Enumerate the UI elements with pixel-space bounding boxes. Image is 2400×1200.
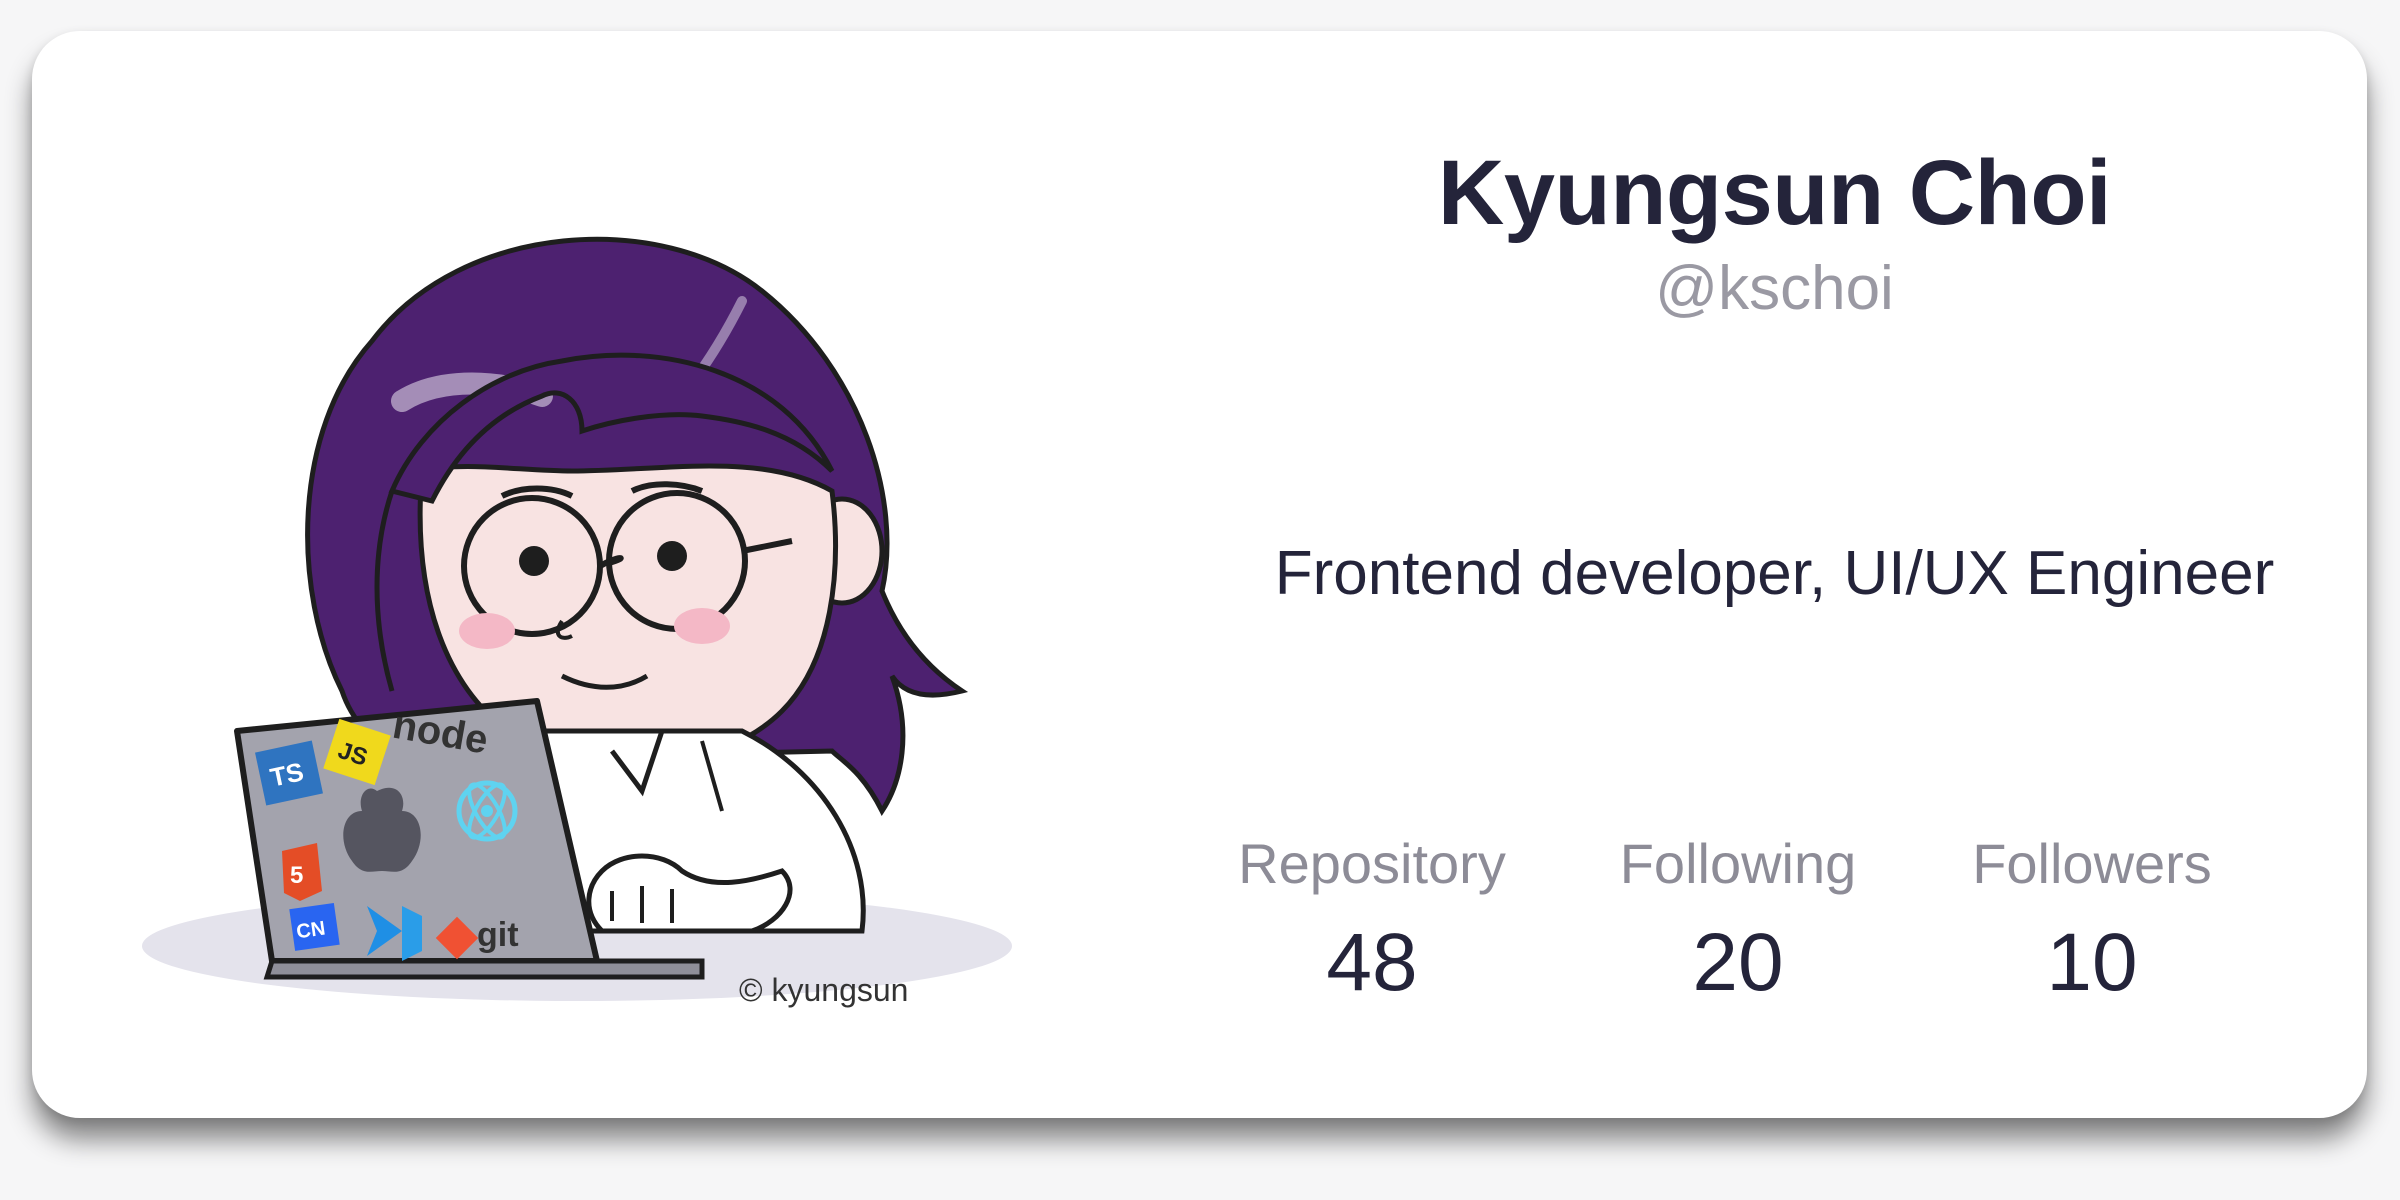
- profile-name: Kyungsun Choi: [1437, 142, 2112, 244]
- stat-label: Repository: [1238, 832, 1506, 895]
- stat-repository[interactable]: Repository 48: [1202, 831, 1542, 1010]
- profile-info: Kyungsun Choi @kschoi Frontend developer…: [1182, 31, 2367, 1118]
- stat-value: 20: [1692, 917, 1784, 1008]
- stat-following[interactable]: Following 20: [1568, 831, 1908, 1010]
- stat-value: 10: [2046, 917, 2138, 1008]
- svg-text:5: 5: [290, 862, 303, 889]
- developer-avatar-illustration: TS JS node 5 CN git © kyungsun: [142, 236, 1012, 1008]
- stat-value: 48: [1326, 917, 1418, 1008]
- profile-stats: Repository 48 Following 20 Followers 10: [1182, 831, 2367, 1031]
- profile-handle[interactable]: @kschoi: [1182, 253, 2367, 324]
- stat-followers[interactable]: Followers 10: [1922, 831, 2262, 1010]
- svg-text:© kyungsun: © kyungsun: [739, 972, 908, 1008]
- stat-label: Following: [1619, 832, 1857, 895]
- avatar: TS JS node 5 CN git © kyungsun: [142, 171, 1082, 1051]
- profile-bio: Frontend developer, UI/UX Engineer: [1274, 539, 2275, 608]
- svg-text:CN: CN: [295, 918, 327, 944]
- profile-card: TS JS node 5 CN git © kyungsun Kyungsun …: [32, 31, 2367, 1118]
- svg-text:git: git: [477, 916, 519, 954]
- stat-label: Followers: [1972, 832, 2212, 895]
